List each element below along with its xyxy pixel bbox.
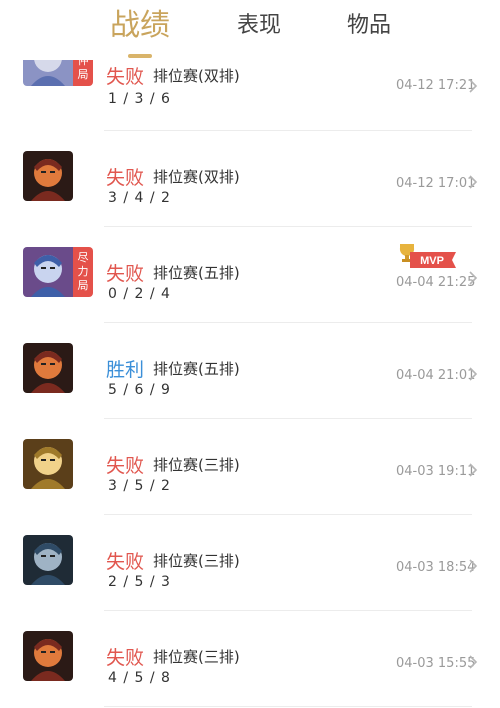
match-result: 失败 [106,167,145,189]
active-tab-indicator [128,54,152,58]
match-result: 失败 [106,551,145,573]
tab-performance[interactable]: 表现 [232,10,286,42]
kda-score: 4 / 5 / 8 [108,670,171,686]
match-mode: 排位赛(双排) [153,67,240,85]
match-result: 失败 [106,263,145,285]
hero-avatar [23,535,73,585]
kda-score: 0 / 2 / 4 [108,286,171,302]
chevron-right-icon [468,174,478,190]
chevron-right-icon [468,558,478,574]
match-row[interactable]: 失败 排位赛(三排) 2 / 5 / 3 04-03 18:54 [0,516,500,611]
chevron-right-icon [468,78,478,94]
match-mode: 排位赛(五排) [153,360,240,378]
hero-avatar [23,343,73,393]
match-time: 04-03 18:54 [396,560,476,575]
hero-avatar: 尽力局 [23,247,93,297]
tab-items[interactable]: 物品 [342,10,396,42]
row-divider [104,610,472,611]
match-time: 04-04 21:01 [396,368,476,383]
match-mode: 排位赛(三排) [153,456,240,474]
kda-score: 5 / 6 / 9 [108,382,171,398]
match-row[interactable]: 失败 排位赛(三排) 4 / 5 / 8 04-03 15:55 [0,612,500,707]
hero-avatar [23,151,73,201]
mvp-badge: MVP [396,242,458,270]
match-mode: 排位赛(三排) [153,648,240,666]
kda-score: 3 / 4 / 2 [108,190,171,206]
match-time: 04-04 21:25 [396,275,476,290]
match-row[interactable]: 胜利 排位赛(五排) 5 / 6 / 9 04-04 21:01 [0,324,500,419]
row-divider [104,226,472,227]
hero-avatar [23,631,73,681]
match-mode: 排位赛(三排) [153,552,240,570]
hero-portrait-icon [23,631,73,681]
match-quality-badge: 尽力局 [73,247,93,297]
kda-score: 3 / 5 / 2 [108,478,171,494]
hero-portrait-icon [23,343,73,393]
match-result: 胜利 [106,359,145,381]
row-divider [104,322,472,323]
hero-avatar [23,439,73,489]
match-time: 04-12 17:21 [396,78,476,93]
row-divider [104,130,472,131]
match-row[interactable]: 失败 排位赛(双排) 3 / 4 / 2 04-12 17:01 [0,132,500,227]
tab-record[interactable]: 战绩 [106,6,174,46]
match-row[interactable]: 失败 排位赛(三排) 3 / 5 / 2 04-03 19:11 [0,420,500,515]
match-result: 失败 [106,455,145,477]
match-result: 失败 [106,66,145,88]
chevron-right-icon [468,654,478,670]
hero-portrait-icon [23,151,73,201]
match-row[interactable]: 尽力局 失败 排位赛(五排) 0 / 2 / 4 MVP 04-04 21:25 [0,228,500,323]
match-mode: 排位赛(五排) [153,264,240,282]
match-time: 04-03 19:11 [396,464,476,479]
chevron-right-icon [468,366,478,382]
match-mode: 排位赛(双排) [153,168,240,186]
row-divider [104,418,472,419]
chevron-right-icon [468,462,478,478]
row-divider [104,706,472,707]
kda-score: 2 / 5 / 3 [108,574,171,590]
row-divider [104,514,472,515]
match-time: 04-03 15:55 [396,656,476,671]
kda-score: 1 / 3 / 6 [108,91,171,107]
hero-portrait-icon [23,535,73,585]
hero-portrait-icon [23,247,73,297]
hero-portrait-icon [23,439,73,489]
match-time: 04-12 17:01 [396,176,476,191]
match-result: 失败 [106,647,145,669]
chevron-right-icon [468,270,478,286]
tab-bar: 战绩 表现 物品 [0,0,500,60]
mvp-label: MVP [420,255,444,267]
